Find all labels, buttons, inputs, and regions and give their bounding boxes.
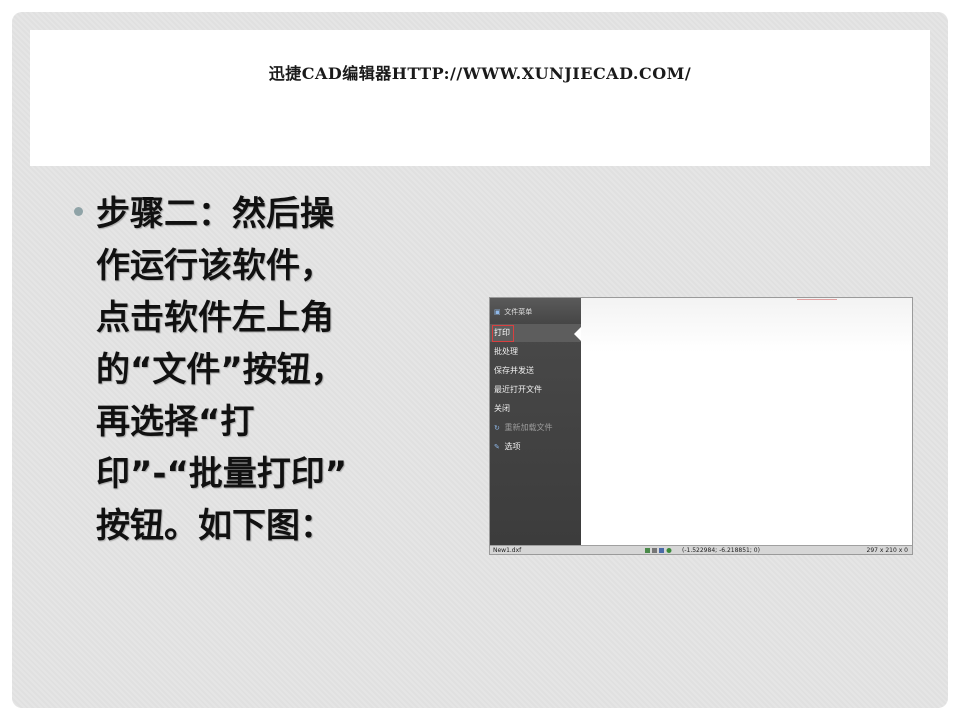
menu-item-reload[interactable]: ↻ 重新加载文件 bbox=[490, 419, 581, 437]
menu-item-label: 保存并发送 bbox=[494, 366, 534, 375]
status-tool-icons bbox=[645, 548, 672, 553]
title-band: 迅捷CAD编辑器HTTP://WWW.XUNJIECAD.COM/ bbox=[30, 30, 930, 166]
menu-item-close[interactable]: 关闭 bbox=[490, 400, 581, 418]
file-menu-header-label: 文件菜单 bbox=[504, 308, 533, 316]
status-paper-size: 297 x 210 x 0 bbox=[866, 547, 908, 554]
menu-item-options[interactable]: ✎ 选项 bbox=[490, 438, 581, 456]
menu-item-label: 最近打开文件 bbox=[494, 385, 542, 394]
menu-item-batch[interactable]: 批处理 bbox=[490, 343, 581, 361]
status-filename: New1.dxf bbox=[493, 547, 522, 554]
status-bar: New1.dxf (-1.522984; -6.218851; 0) 297 x… bbox=[490, 545, 912, 554]
menu-item-save-send[interactable]: 保存并发送 bbox=[490, 362, 581, 380]
canvas-mark bbox=[797, 299, 837, 300]
status-coordinates: (-1.522984; -6.218851; 0) bbox=[682, 547, 760, 554]
menu-item-label: 重新加载文件 bbox=[504, 423, 553, 432]
menu-item-label: 选项 bbox=[504, 442, 521, 451]
menu-item-label: 关闭 bbox=[494, 404, 510, 413]
slide-title: 迅捷CAD编辑器HTTP://WWW.XUNJIECAD.COM/ bbox=[268, 64, 692, 83]
reload-icon: ↻ bbox=[494, 424, 500, 432]
bullet-text: 步骤二：然后操 作运行该软件， 点击软件左上角 的“文件”按钮， 再选择“打 印… bbox=[96, 194, 348, 546]
print-highlight-box bbox=[492, 325, 514, 342]
wrench-icon: ✎ bbox=[494, 443, 500, 451]
bullet-icon bbox=[74, 207, 83, 216]
app-icon: ▣ bbox=[494, 308, 501, 316]
file-menu: ▣ 文件菜单 打印 批处理 保存并发送 最近打开文件 关闭 ↻ 重新加载文件 ✎… bbox=[490, 298, 582, 545]
menu-item-label: 批处理 bbox=[494, 347, 518, 356]
menu-item-recent[interactable]: 最近打开文件 bbox=[490, 381, 581, 399]
embedded-screenshot: ▣ 文件菜单 打印 批处理 保存并发送 最近打开文件 关闭 ↻ 重新加载文件 ✎… bbox=[489, 297, 913, 555]
file-menu-header: ▣ 文件菜单 bbox=[490, 298, 581, 326]
drawing-canvas[interactable] bbox=[581, 298, 912, 545]
